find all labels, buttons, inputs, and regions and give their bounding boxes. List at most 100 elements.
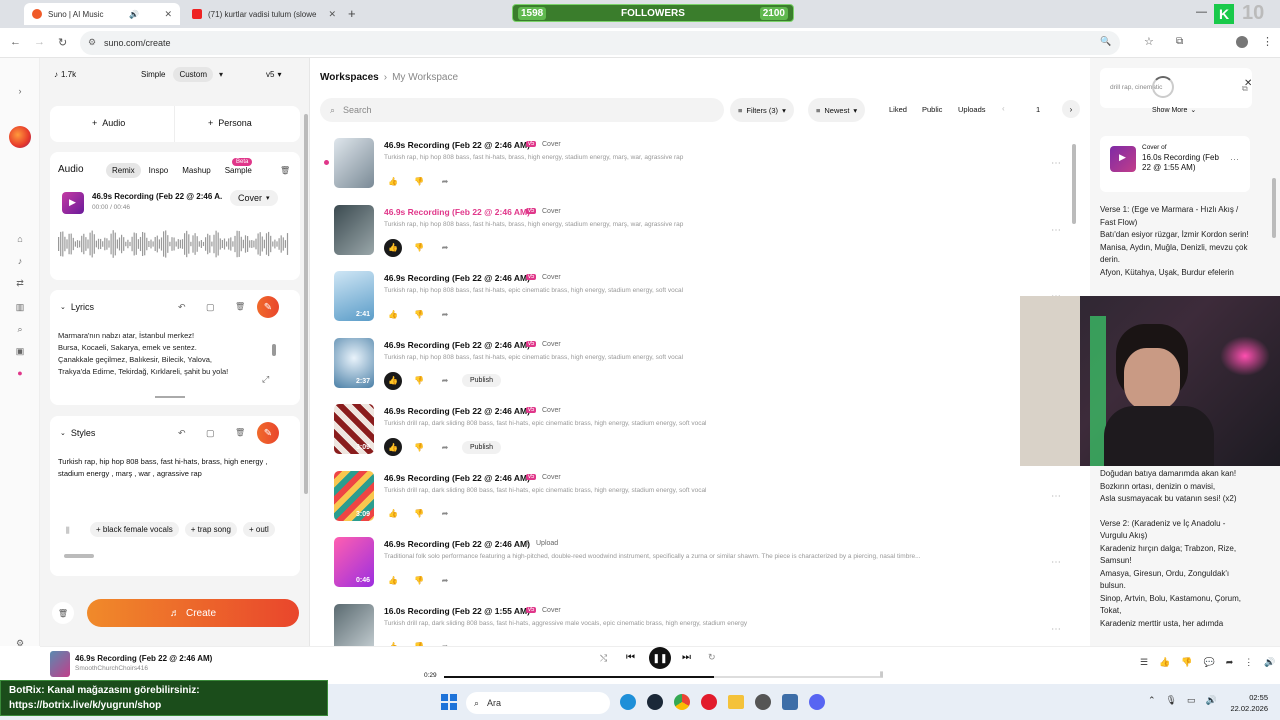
dislike-icon[interactable]: 👎 <box>1181 657 1192 668</box>
create-button[interactable]: ♬ Create <box>87 599 299 627</box>
song-thumbnail[interactable]: 2:41 <box>334 271 374 321</box>
lyrics-input[interactable]: Marmara'nın nabzı atar, İstanbul merkez!… <box>58 330 278 378</box>
now-playing-title[interactable]: 46.9s Recording (Feb 22 @ 2:46 AM) <box>75 654 212 663</box>
queue-icon[interactable]: ☰ <box>1140 657 1148 668</box>
tab-suno[interactable]: Suno | AI Music 🔊 ✕ <box>24 3 180 25</box>
mode-custom-button[interactable]: Custom <box>173 67 214 82</box>
extensions-icon[interactable]: ⧉ <box>1176 36 1183 47</box>
shuffle-icon[interactable]: ⤭ <box>600 653 607 664</box>
start-icon[interactable] <box>441 694 457 710</box>
song-row[interactable]: 46.9s Recording (Feb 22 @ 2:46 AM) v5 Cove… <box>324 138 1075 200</box>
more-options-icon[interactable]: ⋯ <box>1230 154 1239 165</box>
like-icon[interactable]: 👍 <box>1159 657 1170 668</box>
now-playing-artist[interactable]: SmoothChurchChoirs416 <box>75 665 148 672</box>
tab-mashup[interactable]: Mashup <box>176 163 216 178</box>
dislike-icon[interactable]: 👎 <box>410 438 428 456</box>
song-title[interactable]: 46.9s Recording (Feb 22 @ 2:46 AM) <box>384 140 530 150</box>
home-icon[interactable]: ⌂ <box>14 234 26 246</box>
trash-icon[interactable]: 🗑 <box>235 428 245 437</box>
cover-of-card[interactable]: ▶ Cover of 16.0s Recording (Feb 22 @ 1:5… <box>1100 136 1250 192</box>
volume-icon[interactable]: 🔊 <box>1206 695 1217 706</box>
tab-youtube[interactable]: (71) kurtlar vadisi tulum (slowe ✕ <box>184 3 344 25</box>
close-tab-icon[interactable]: ✕ <box>328 9 336 20</box>
discord-icon[interactable] <box>809 694 825 710</box>
publish-button[interactable]: Publish <box>462 440 501 454</box>
panel-scrollbar[interactable] <box>1272 178 1276 238</box>
minimize-icon[interactable]: — <box>1196 6 1207 18</box>
seek-bar[interactable] <box>444 676 880 678</box>
now-playing-thumbnail[interactable] <box>50 651 70 677</box>
list-scrollbar[interactable] <box>1072 144 1076 224</box>
more-options-icon[interactable]: ⋯ <box>1051 225 1061 236</box>
song-title[interactable]: 46.9s Recording (Feb 22 @ 2:46 AM) <box>384 473 530 483</box>
styles-header[interactable]: ⌄ Styles <box>60 428 95 438</box>
pause-button[interactable]: ❚❚ <box>649 647 671 669</box>
next-icon[interactable]: ⏭ <box>682 652 691 663</box>
song-thumbnail[interactable] <box>334 204 374 255</box>
credits-counter[interactable]: ♪ 1.7k <box>54 70 76 79</box>
style-chip[interactable]: + trap song <box>184 522 237 537</box>
like-icon[interactable]: 👍 <box>384 305 402 323</box>
share-icon[interactable]: ➦ <box>436 438 454 456</box>
song-row[interactable]: 2:37 46.9s Recording (Feb 22 @ 2:46 AM) v5… <box>330 337 1075 400</box>
comment-icon[interactable]: 💬 <box>1204 657 1215 668</box>
like-icon[interactable]: 👍 <box>384 505 402 523</box>
mode-simple-button[interactable]: Simple <box>135 67 171 82</box>
tab-inspo[interactable]: Inspo <box>143 163 175 178</box>
resize-handle[interactable] <box>155 396 185 398</box>
tray-chevron-icon[interactable]: ⌃ <box>1148 695 1156 706</box>
version-select[interactable]: v5 ▾ <box>266 70 281 79</box>
file-explorer-icon[interactable] <box>728 695 744 709</box>
undo-icon[interactable]: ↶ <box>178 302 186 313</box>
edge-icon[interactable] <box>620 694 636 710</box>
song-row[interactable]: 2:41 46.9s Recording (Feb 22 @ 2:46 AM) v5… <box>330 271 1075 333</box>
lyrics-scrollbar[interactable] <box>272 344 276 356</box>
song-title[interactable]: 46.9s Recording (Feb 22 @ 2:46 AM) <box>384 539 530 549</box>
copy-icon[interactable]: ▢ <box>206 302 215 313</box>
share-icon[interactable]: ➦ <box>436 505 454 523</box>
app-icon[interactable] <box>755 694 771 710</box>
share-icon[interactable]: ➦ <box>436 305 454 323</box>
song-title[interactable]: 16.0s Recording (Feb 22 @ 1:55 AM) <box>384 606 530 616</box>
back-icon[interactable]: ← <box>10 36 21 48</box>
add-audio-button[interactable]: + Audio <box>92 118 125 128</box>
style-tags-icon[interactable]: ⫼ <box>66 526 70 536</box>
audio-waveform[interactable] <box>58 224 292 264</box>
dislike-icon[interactable]: 👎 <box>410 239 428 257</box>
network-icon[interactable]: ▭ <box>1187 695 1196 706</box>
chrome-icon[interactable] <box>674 694 690 710</box>
expand-chevron-icon[interactable]: › <box>14 86 26 98</box>
lyrics-header[interactable]: ⌄ Lyrics <box>60 302 94 312</box>
remix-icon[interactable]: ⇄ <box>14 278 26 290</box>
bookmark-star-icon[interactable]: ☆ <box>1144 35 1154 48</box>
song-thumbnail[interactable] <box>334 138 374 188</box>
trash-icon[interactable]: 🗑 <box>235 302 245 311</box>
microphone-icon[interactable]: 🎙 <box>1166 695 1177 706</box>
search-input[interactable]: ⌕ Search <box>320 98 724 122</box>
liked-filter[interactable]: Liked <box>889 105 907 114</box>
more-options-icon[interactable]: ⋯ <box>1051 158 1061 169</box>
copy-icon[interactable]: ▢ <box>206 428 215 439</box>
tab-remix[interactable]: Remix <box>106 163 141 178</box>
song-title[interactable]: 46.9s Recording (Feb 22 @ 2:46 AM) <box>384 207 530 217</box>
menu-dots-icon[interactable]: ⋮ <box>1262 35 1273 48</box>
panel-scrollbar[interactable] <box>304 114 308 494</box>
opera-icon[interactable] <box>701 694 717 710</box>
lock-icon[interactable]: ▣ <box>14 346 26 358</box>
styles-input[interactable]: Turkish rap, hip hop 808 bass, fast hi-h… <box>58 456 290 480</box>
notification-icon[interactable]: ● <box>14 368 26 380</box>
share-icon[interactable]: ➦ <box>436 172 454 190</box>
new-tab-icon[interactable]: + <box>348 6 356 21</box>
app-icon[interactable] <box>782 694 798 710</box>
close-tab-icon[interactable]: ✕ <box>164 9 172 20</box>
share-icon[interactable]: ➦ <box>436 239 454 257</box>
dislike-icon[interactable]: 👎 <box>410 571 428 589</box>
previous-icon[interactable]: ⏮ <box>626 652 635 663</box>
taskbar-search[interactable]: ⌕ Ara <box>466 692 610 714</box>
song-row[interactable]: 3:09 46.9s Recording (Feb 22 @ 2:46 AM) v5… <box>330 404 1075 466</box>
uploads-filter[interactable]: Uploads <box>958 105 986 114</box>
reload-icon[interactable]: ↻ <box>58 36 67 49</box>
magic-wand-button[interactable]: ✎ <box>257 422 279 444</box>
library-icon[interactable]: ▥ <box>14 302 26 314</box>
like-icon[interactable]: 👍 <box>384 438 402 456</box>
